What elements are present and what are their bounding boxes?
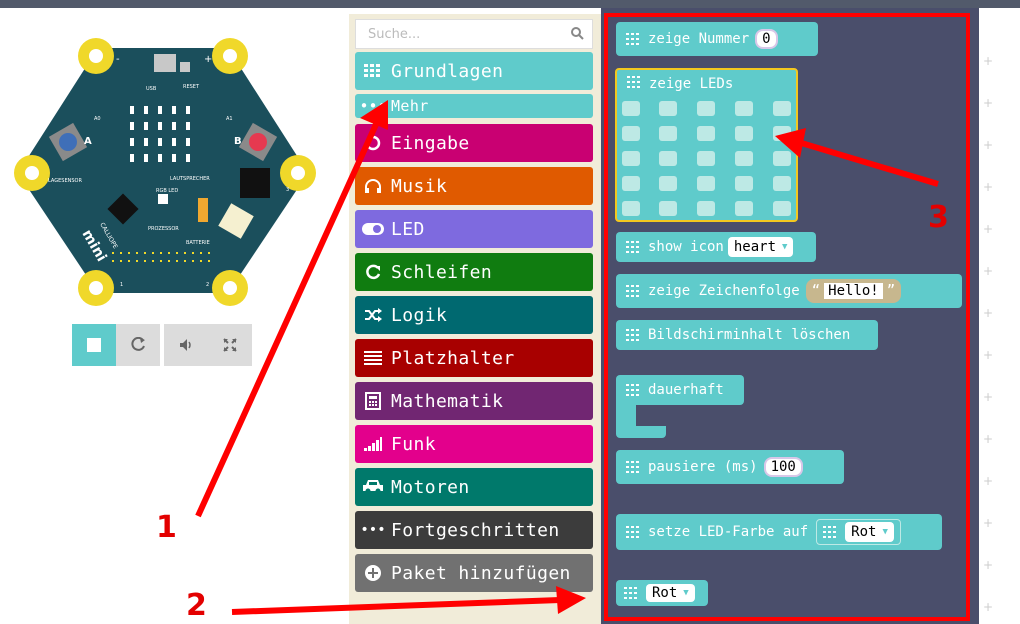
- annotation-arrows: [195, 100, 939, 615]
- annotation-2: 2: [186, 588, 207, 623]
- annotation-3: 3: [928, 200, 949, 235]
- arrow-3-head: [775, 128, 806, 158]
- arrow-2: [231, 597, 561, 615]
- annotation-1: 1: [156, 510, 177, 545]
- arrow-3: [797, 139, 939, 187]
- arrow-2-head: [556, 586, 586, 614]
- arrow-1: [195, 118, 381, 518]
